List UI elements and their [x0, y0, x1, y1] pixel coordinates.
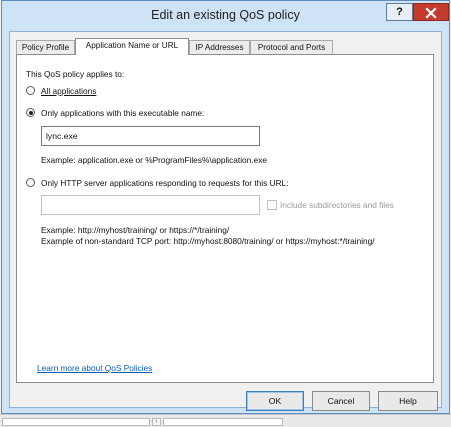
include-subdirectories-label[interactable]: Include subdirectories and files — [280, 200, 394, 210]
background-field — [2, 418, 150, 426]
option-executable-name-label[interactable]: Only applications with this executable n… — [41, 108, 204, 118]
applies-to-label: This QoS policy applies to: — [26, 69, 125, 79]
executable-example-text: Example: application.exe or %ProgramFile… — [41, 155, 267, 165]
background-field — [163, 418, 283, 426]
background-arrow-icon: › — [152, 418, 161, 426]
dialog-title: Edit an existing QoS policy — [151, 8, 300, 22]
dialog-client-area: Policy Profile Application Name or URL I… — [9, 31, 442, 411]
titlebar-close-button[interactable] — [413, 3, 449, 21]
radio-executable-name[interactable] — [26, 108, 35, 117]
ok-button[interactable]: OK — [246, 391, 304, 411]
titlebar-help-button[interactable]: ? — [386, 3, 413, 21]
radio-all-applications[interactable] — [26, 86, 35, 95]
qos-policy-dialog: Edit an existing QoS policy ? Policy Pro… — [1, 0, 450, 414]
tab-panel: This QoS policy applies to: All applicat… — [16, 54, 434, 383]
include-subdirectories-checkbox[interactable] — [267, 200, 277, 210]
executable-name-input[interactable]: lync.exe — [41, 126, 260, 146]
option-all-applications-label[interactable]: All applications — [41, 86, 96, 96]
tab-protocol-and-ports[interactable]: Protocol and Ports — [250, 40, 333, 54]
tab-application-name-or-url[interactable]: Application Name or URL — [75, 38, 189, 55]
tab-ip-addresses[interactable]: IP Addresses — [189, 40, 250, 54]
help-button[interactable]: Help — [378, 391, 438, 411]
url-example-text: Example: http://myhost/training/ or http… — [41, 225, 230, 235]
option-http-url-label[interactable]: Only HTTP server applications responding… — [41, 178, 288, 188]
cancel-button[interactable]: Cancel — [312, 391, 370, 411]
radio-http-url[interactable] — [26, 178, 35, 187]
url-input[interactable] — [41, 195, 260, 215]
tab-policy-profile[interactable]: Policy Profile — [16, 40, 75, 54]
nonstandard-port-example-text: Example of non-standard TCP port: http:/… — [41, 236, 375, 246]
close-icon — [425, 7, 437, 19]
learn-more-link[interactable]: Learn more about QoS Policies — [37, 363, 152, 373]
title-bar[interactable]: Edit an existing QoS policy ? — [2, 1, 449, 31]
